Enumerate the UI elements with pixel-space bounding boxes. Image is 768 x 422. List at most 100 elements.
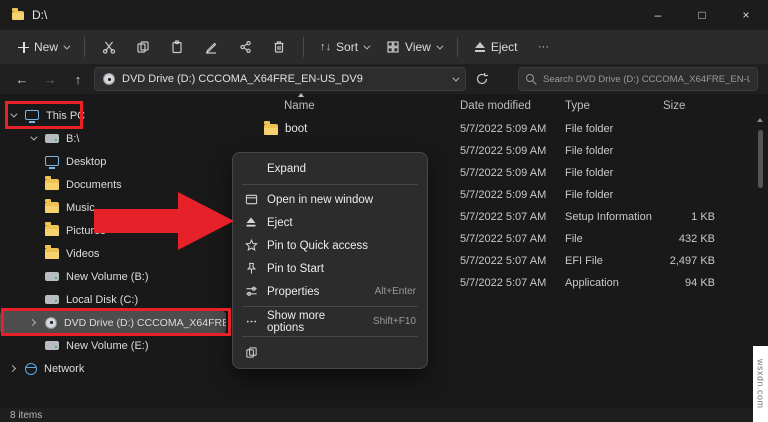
navigation-pane: This PC B:\ Desktop Documents Music	[0, 94, 228, 408]
chevron-right-icon[interactable]	[10, 366, 18, 371]
menu-separator	[242, 306, 418, 307]
share-icon	[238, 40, 252, 54]
toolbar-separator	[457, 37, 458, 57]
close-button[interactable]: ×	[724, 0, 768, 30]
context-menu-item-pin-to-quick-access[interactable]: Pin to Quick access	[237, 234, 423, 257]
window-controls: – □ ×	[636, 0, 768, 30]
sidebar-item-dvd-drive-d[interactable]: DVD Drive (D:) CCCOMA_X64FRE_EN-US_DV9	[0, 311, 226, 334]
sidebar-item-b-drive[interactable]: B:\	[0, 127, 228, 150]
paste-button[interactable]	[161, 33, 193, 61]
sidebar-item-network[interactable]: Network	[0, 357, 228, 380]
rename-button[interactable]	[195, 33, 227, 61]
sidebar-item-label: DVD Drive (D:) CCCOMA_X64FRE_EN-US_DV9	[64, 317, 226, 329]
context-menu-item-eject[interactable]: Eject	[237, 211, 423, 234]
chevron-down-icon[interactable]	[30, 136, 38, 141]
folder-icon	[264, 124, 278, 135]
plus-icon	[18, 42, 29, 53]
sidebar-item-new-volume-b[interactable]: New Volume (B:)	[0, 265, 228, 288]
context-menu-item-pin-to-start[interactable]: Pin to Start	[237, 257, 423, 280]
sidebar-item-music[interactable]: Music	[0, 196, 228, 219]
eject-icon	[244, 216, 258, 230]
music-icon	[45, 202, 59, 213]
breadcrumb[interactable]: DVD Drive (D:) CCCOMA_X64FRE_EN-US_DV9	[94, 67, 466, 91]
sidebar-item-this-pc[interactable]: This PC	[0, 104, 228, 127]
column-header-name[interactable]: Name	[236, 100, 460, 112]
address-bar: ← → ↑ DVD Drive (D:) CCCOMA_X64FRE_EN-US…	[0, 64, 768, 94]
scrollbar-thumb[interactable]	[758, 130, 763, 188]
context-menu-item-expand[interactable]: Expand	[237, 157, 423, 181]
sidebar-item-label: Videos	[66, 248, 99, 260]
file-explorer-window: D:\ – □ × New	[0, 0, 768, 422]
new-button[interactable]: New	[10, 33, 76, 61]
view-button[interactable]: View	[378, 33, 449, 61]
eject-icon	[474, 42, 486, 53]
see-more-button[interactable]: ···	[528, 33, 560, 61]
context-menu-copy-button[interactable]	[237, 340, 423, 364]
status-bar: 8 items	[0, 408, 768, 422]
sidebar-item-label: Pictures	[66, 225, 106, 237]
rename-icon	[204, 40, 218, 54]
sidebar-item-label: Network	[44, 363, 84, 375]
copy-icon	[136, 40, 150, 54]
sidebar-item-local-disk-c[interactable]: Local Disk (C:)	[0, 288, 228, 311]
drive-icon	[45, 134, 59, 143]
context-menu: Expand Open in new window Eject Pin to Q…	[232, 152, 428, 369]
ellipsis-icon: ···	[538, 41, 549, 53]
command-bar: New ↑↓ Sort View	[0, 30, 768, 64]
toolbar-separator	[84, 37, 85, 57]
column-header-type[interactable]: Type	[565, 100, 657, 112]
delete-button[interactable]	[263, 33, 295, 61]
context-menu-item-properties[interactable]: Properties Alt+Enter	[237, 280, 423, 303]
table-row[interactable]: boot 5/7/2022 5:09 AM File folder	[236, 118, 768, 140]
cut-button[interactable]	[93, 33, 125, 61]
sidebar-item-pictures[interactable]: Pictures	[0, 219, 228, 242]
menu-item-label: Eject	[267, 217, 293, 229]
view-button-label: View	[405, 40, 431, 54]
sort-button[interactable]: ↑↓ Sort	[312, 33, 376, 61]
paste-icon	[170, 40, 184, 54]
context-menu-item-show-more-options[interactable]: Show more options Shift+F10	[237, 310, 423, 333]
window-title: D:\	[32, 8, 47, 22]
eject-button-label: Eject	[491, 40, 518, 54]
sidebar-item-label: Local Disk (C:)	[66, 294, 138, 306]
column-header-date-modified[interactable]: Date modified	[460, 100, 565, 112]
items-count: 8 items	[10, 410, 42, 421]
menu-item-label: Expand	[267, 163, 306, 175]
dvd-drive-icon	[45, 317, 57, 329]
sidebar-item-desktop[interactable]: Desktop	[0, 150, 228, 173]
sidebar-item-label: New Volume (E:)	[66, 340, 149, 352]
column-header-size[interactable]: Size	[657, 100, 733, 112]
new-button-label: New	[34, 40, 58, 54]
sidebar-item-documents[interactable]: Documents	[0, 173, 228, 196]
eject-button[interactable]: Eject	[466, 33, 526, 61]
cut-icon	[102, 40, 116, 54]
copy-button[interactable]	[127, 33, 159, 61]
sidebar-item-label: Music	[66, 202, 95, 214]
chevron-down-icon[interactable]	[452, 74, 459, 81]
forward-button[interactable]: →	[38, 67, 62, 91]
scroll-up-icon[interactable]	[757, 118, 763, 122]
share-button[interactable]	[229, 33, 261, 61]
refresh-icon	[475, 72, 489, 86]
column-headers: Name Date modified Type Size	[236, 94, 768, 118]
sidebar-item-videos[interactable]: Videos	[0, 242, 228, 265]
search-input[interactable]	[543, 74, 750, 85]
search-box[interactable]	[518, 67, 758, 91]
trash-icon	[272, 40, 286, 54]
view-grid-icon	[386, 40, 400, 54]
minimize-button[interactable]: –	[636, 0, 680, 30]
sort-button-label: Sort	[336, 40, 358, 54]
pin-star-icon	[244, 239, 258, 253]
window-icon	[244, 193, 258, 207]
context-menu-item-open-in-new-window[interactable]: Open in new window	[237, 188, 423, 211]
back-button[interactable]: ←	[10, 67, 34, 91]
maximize-button[interactable]: □	[680, 0, 724, 30]
refresh-button[interactable]	[470, 67, 494, 91]
chevron-down-icon[interactable]	[10, 113, 18, 118]
sidebar-item-new-volume-e[interactable]: New Volume (E:)	[0, 334, 228, 357]
chevron-right-icon[interactable]	[30, 320, 38, 325]
sort-ascending-icon	[298, 93, 304, 97]
up-button[interactable]: ↑	[66, 67, 90, 91]
this-pc-icon	[25, 110, 39, 120]
sidebar-item-label: B:\	[66, 133, 79, 145]
